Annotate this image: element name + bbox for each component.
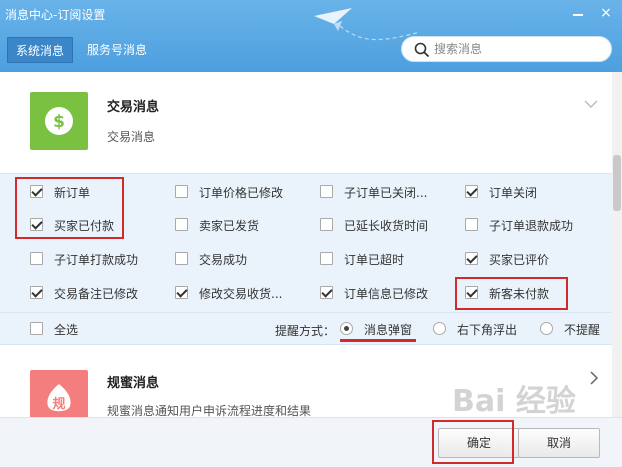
tab-label: 系统消息 bbox=[16, 44, 65, 58]
checkbox[interactable] bbox=[175, 185, 188, 198]
confirm-button[interactable]: 确定 bbox=[438, 428, 520, 458]
search-input[interactable] bbox=[434, 40, 604, 58]
checkbox[interactable] bbox=[30, 185, 43, 198]
radio[interactable] bbox=[540, 322, 553, 335]
close-icon: × bbox=[600, 5, 612, 21]
checkbox[interactable] bbox=[30, 218, 43, 231]
section-title: 交易消息 bbox=[107, 100, 160, 115]
checkbox[interactable] bbox=[175, 252, 188, 265]
dollar-icon: $ bbox=[30, 92, 88, 150]
close-button[interactable]: × bbox=[596, 4, 616, 22]
section-trade-messages: $ 交易消息 交易消息 bbox=[0, 72, 612, 174]
checkbox[interactable] bbox=[320, 286, 333, 299]
checkbox[interactable] bbox=[320, 252, 333, 265]
title-bar: 消息中心-订阅设置 × 系统消息 服务号消息 bbox=[0, 0, 622, 72]
tab-label: 服务号消息 bbox=[87, 43, 148, 57]
checkbox[interactable] bbox=[30, 252, 43, 265]
checkbox[interactable] bbox=[465, 185, 478, 198]
chevron-down-icon[interactable] bbox=[583, 98, 599, 110]
svg-text:$: $ bbox=[53, 112, 65, 132]
checkbox[interactable] bbox=[320, 185, 333, 198]
search-box[interactable] bbox=[401, 36, 612, 62]
cancel-button[interactable]: 取消 bbox=[518, 428, 600, 458]
minimize-button[interactable] bbox=[568, 4, 588, 22]
checkbox[interactable] bbox=[175, 286, 188, 299]
checkbox[interactable] bbox=[465, 286, 478, 299]
section-subtitle: 规蜜消息通知用户申诉流程进度和结果 bbox=[107, 404, 312, 417]
trade-options-panel: 新订单 订单价格已修改 子订单已关闭... 订单关闭 买家已付款 卖家已发货 已… bbox=[0, 173, 612, 345]
section-subtitle: 交易消息 bbox=[107, 130, 156, 144]
tab-service-messages[interactable]: 服务号消息 bbox=[79, 37, 155, 63]
search-icon bbox=[414, 42, 430, 58]
scrollbar-thumb[interactable] bbox=[613, 155, 621, 211]
section-guimi-messages: 规 规蜜消息 规蜜消息通知用户申诉流程进度和结果 bbox=[0, 346, 612, 417]
checkbox[interactable] bbox=[175, 218, 188, 231]
radio[interactable] bbox=[340, 322, 353, 335]
checkbox[interactable] bbox=[30, 286, 43, 299]
checkbox[interactable] bbox=[320, 218, 333, 231]
checkbox[interactable] bbox=[30, 322, 43, 335]
divider bbox=[0, 312, 612, 313]
section-title: 规蜜消息 bbox=[107, 376, 160, 391]
checkbox[interactable] bbox=[465, 252, 478, 265]
scrollbar-track[interactable] bbox=[612, 72, 622, 417]
tab-system-messages[interactable]: 系统消息 bbox=[7, 37, 74, 63]
remind-method-label: 提醒方式： bbox=[275, 324, 336, 338]
svg-text:规: 规 bbox=[52, 397, 65, 412]
minimize-icon bbox=[573, 14, 583, 16]
checkbox[interactable] bbox=[465, 218, 478, 231]
window-title: 消息中心-订阅设置 bbox=[5, 8, 106, 22]
chevron-right-icon[interactable] bbox=[588, 370, 600, 386]
radio[interactable] bbox=[433, 322, 446, 335]
guimi-icon: 规 bbox=[30, 370, 88, 417]
content-area: $ 交易消息 交易消息 新订单 订单价格已修改 子订单已关闭... 订单关闭 买… bbox=[0, 72, 612, 417]
highlight-underline bbox=[340, 339, 416, 342]
